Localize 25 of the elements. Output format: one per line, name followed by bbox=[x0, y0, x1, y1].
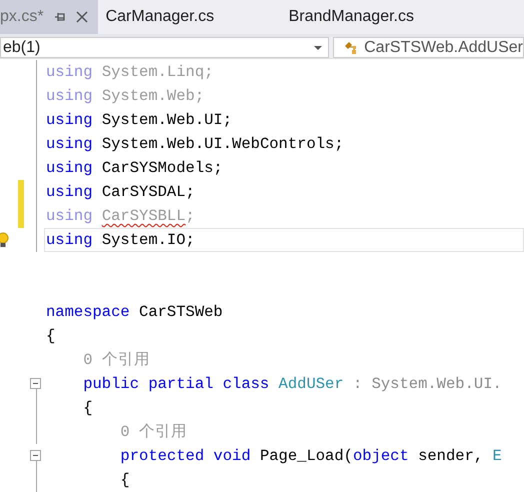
code-line: protected void Page_Load(object sender, E bbox=[119, 446, 503, 467]
caret-icon bbox=[314, 46, 322, 50]
code-line: { bbox=[45, 326, 56, 347]
code-line: using System.Web; bbox=[45, 86, 206, 107]
code-line: namespace CarSTSWeb bbox=[45, 302, 224, 323]
code-line: using System.Web.UI; bbox=[45, 110, 234, 131]
close-icon[interactable] bbox=[76, 11, 88, 23]
project-dropdown[interactable]: eb(1) bbox=[0, 37, 330, 58]
code-line: { bbox=[119, 470, 131, 491]
code-line: using CarSYSModels; bbox=[45, 158, 224, 179]
code-line: public partial class AddUSer : System.Web.UI. bbox=[82, 374, 503, 395]
pin-icon[interactable] bbox=[54, 11, 66, 23]
code-line: using System.Web.UI.WebControls; bbox=[45, 134, 345, 155]
collapse-icon[interactable] bbox=[30, 378, 41, 389]
member-dropdown[interactable]: CarSTSWeb.AddUSer bbox=[333, 37, 524, 58]
lightbulb-icon[interactable] bbox=[0, 232, 9, 249]
code-line: { bbox=[82, 398, 94, 419]
code-line: 0 个引用 bbox=[119, 422, 188, 443]
file-tab[interactable]: BrandManager.cs bbox=[280, 0, 464, 34]
collapse-icon[interactable] bbox=[30, 450, 41, 461]
file-tab[interactable]: CarManager.cs bbox=[98, 0, 281, 34]
code-line: 0 个引用 bbox=[82, 350, 151, 371]
code-line: using CarSYSBLL; bbox=[45, 206, 196, 227]
code-line: using CarSYSDAL; bbox=[45, 182, 196, 203]
code-line: using System.Linq; bbox=[45, 62, 214, 83]
